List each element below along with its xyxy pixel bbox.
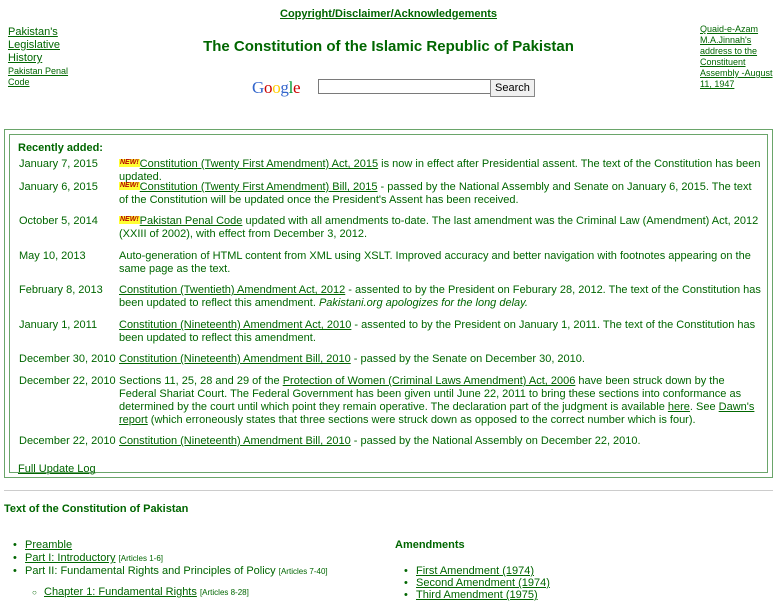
jinnah-link-line1[interactable]: Quaid-e-Azam (700, 24, 758, 34)
google-logo-letter: g (280, 78, 289, 97)
update-text: NEW!Pakistan Penal Code updated with all… (119, 215, 759, 240)
update-link[interactable]: Constitution (Twenty First Amendment) Bi… (140, 181, 378, 193)
penal-code-link-line2[interactable]: Code (8, 77, 88, 88)
jinnah-link-line6[interactable]: 11, 1947 (700, 79, 734, 89)
update-date: February 8, 2013 (19, 284, 103, 296)
update-link[interactable]: Pakistan Penal Code (140, 215, 243, 227)
google-logo-letter: e (293, 78, 301, 97)
update-date: May 10, 2013 (19, 250, 86, 262)
jinnah-link-line4[interactable]: Constituent (700, 57, 746, 67)
update-date: January 1, 2011 (19, 319, 98, 331)
amendment-link[interactable]: Second Amendment (1974) (416, 577, 550, 589)
amendment-item: Third Amendment (1975) (404, 589, 550, 601)
amendments-list: First Amendment (1974) Second Amendment … (404, 565, 550, 601)
new-badge-icon: NEW! (119, 216, 140, 224)
jinnah-link-line2[interactable]: M.A.Jinnah's (700, 35, 751, 45)
toc-link[interactable]: Preamble (25, 539, 72, 551)
update-date: October 5, 2014 (19, 215, 98, 227)
recently-added-heading: Recently added: (18, 142, 103, 154)
update-text: Constitution (Nineteenth) Amendment Act,… (119, 319, 756, 344)
update-link[interactable]: Constitution (Nineteenth) Amendment Act,… (119, 319, 351, 331)
update-date: December 22, 2010 (19, 375, 116, 387)
jinnah-link-line3[interactable]: address to the (700, 46, 757, 56)
toc-item-preamble: Preamble (13, 539, 365, 552)
legislative-history-link-line1[interactable]: Pakistan's (8, 26, 88, 39)
copyright-link[interactable]: Copyright/Disclaimer/Acknowledgements (0, 8, 777, 20)
amendments-heading: Amendments (395, 539, 465, 551)
jinnah-address-link[interactable]: Quaid-e-Azam M.A.Jinnah's address to the… (700, 24, 775, 90)
amendment-link[interactable]: Third Amendment (1975) (416, 589, 538, 601)
article-range: [Articles 7-40] (278, 567, 328, 576)
amendment-item: Second Amendment (1974) (404, 577, 550, 589)
toc-link[interactable]: Chapter 1: Fundamental Rights (44, 586, 197, 598)
update-text: Sections 11, 25, 28 and 29 of the Protec… (119, 375, 755, 426)
update-text: NEW!Constitution (Twenty First Amendment… (119, 181, 752, 206)
page-title: The Constitution of the Islamic Republic… (203, 38, 574, 55)
update-link[interactable]: Constitution (Nineteenth) Amendment Bill… (119, 353, 351, 365)
new-badge-icon: NEW! (119, 182, 140, 190)
toc-item-part-1: Part I: Introductory [Articles 1-6] (13, 552, 365, 565)
article-range: [Articles 1-6] (118, 554, 164, 563)
update-link[interactable]: Constitution (Twenty First Amendment) Ac… (140, 158, 378, 170)
update-text: Constitution (Nineteenth) Amendment Bill… (119, 435, 641, 447)
toc-item-part-2: Part II: Fundamental Rights and Principl… (13, 565, 365, 578)
divider (4, 490, 773, 491)
judgment-link[interactable]: here (668, 401, 690, 413)
google-logo: Google (252, 78, 301, 98)
toc-heading: Text of the Constitution of Pakistan (4, 503, 189, 515)
full-update-log-link[interactable]: Full Update Log (18, 463, 96, 475)
penal-code-link-line1[interactable]: Pakistan Penal (8, 66, 88, 77)
legislative-history-link-line2[interactable]: Legislative (8, 39, 88, 52)
toc-label: Part II: Fundamental Rights and Principl… (25, 565, 276, 577)
left-nav: Pakistan's Legislative History Pakistan … (8, 26, 88, 88)
google-logo-letter: o (263, 78, 273, 97)
update-date: December 22, 2010 (19, 435, 116, 447)
update-text: Constitution (Twentieth) Amendment Act, … (119, 284, 761, 309)
google-logo-letter: G (252, 78, 264, 97)
update-text: Constitution (Nineteenth) Amendment Bill… (119, 353, 585, 365)
search-input[interactable] (318, 79, 492, 94)
amendment-item: First Amendment (1974) (404, 565, 550, 577)
update-link[interactable]: Constitution (Twentieth) Amendment Act, … (119, 284, 345, 296)
new-badge-icon: NEW! (119, 159, 140, 167)
update-date: January 6, 2015 (19, 181, 98, 193)
toc-sublist: Chapter 1: Fundamental Rights [Articles … (32, 586, 249, 599)
legislative-history-link-line3[interactable]: History (8, 52, 88, 65)
update-link[interactable]: Constitution (Nineteenth) Amendment Bill… (119, 435, 351, 447)
amendment-link[interactable]: First Amendment (1974) (416, 565, 534, 577)
update-date: January 7, 2015 (19, 158, 98, 170)
toc-link[interactable]: Part I: Introductory (25, 552, 115, 564)
recently-added-inner: Recently added: January 7, 2015 NEW!Cons… (9, 134, 768, 475)
toc-list: Preamble Part I: Introductory [Articles … (13, 539, 365, 578)
recently-added-box: Recently added: January 7, 2015 NEW!Cons… (4, 129, 773, 478)
update-link[interactable]: Protection of Women (Criminal Laws Amend… (283, 375, 576, 387)
search-button[interactable]: Search (490, 79, 535, 97)
update-date: December 30, 2010 (19, 353, 116, 365)
article-range: [Articles 8-28] (199, 588, 249, 597)
update-text: Auto-generation of HTML content from XML… (119, 250, 751, 275)
jinnah-link-line5[interactable]: Assembly -August (700, 68, 773, 78)
toc-item-chapter-1: Chapter 1: Fundamental Rights [Articles … (32, 586, 249, 599)
